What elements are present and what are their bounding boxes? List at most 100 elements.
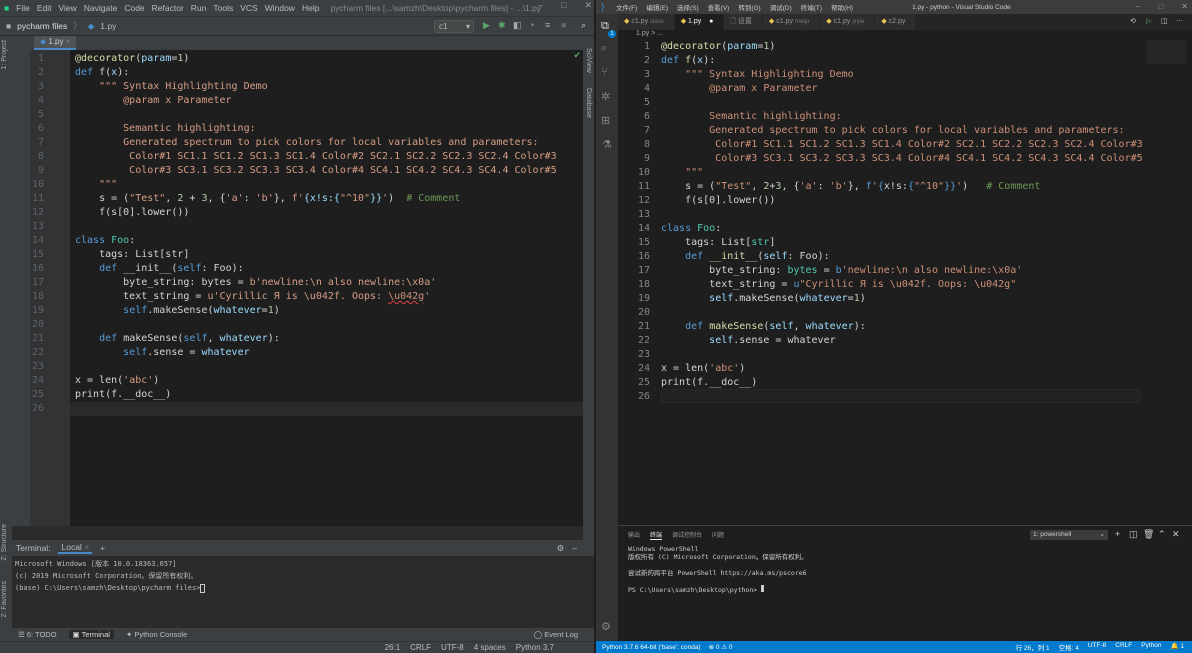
tab-c1-jinjie[interactable]: ◆ c1.py jinjie [820, 14, 876, 30]
terminal-select[interactable]: 1: powershell ⌄ [1030, 530, 1108, 540]
tab-c2[interactable]: ◆ c2.py [875, 14, 917, 30]
source-control-icon[interactable]: ⑂ [601, 66, 608, 78]
menu-window[interactable]: Window [265, 3, 295, 13]
status-line-separator[interactable]: CRLF [410, 643, 431, 652]
unsaved-dot-icon[interactable]: ● [709, 18, 713, 25]
tab-settings[interactable]: 🗋 设置 [724, 14, 763, 30]
status-encoding[interactable]: UTF-8 [441, 643, 464, 652]
code-editor[interactable]: @decorator(param=1) def f(x): """ Syntax … [70, 50, 583, 526]
code-editor[interactable]: 1 2 3 4 5 6 7 8 9 10 11 12 13 14 15 16 17 18 19 20 21 22 23 24 2… [618, 40, 1192, 525]
menu-refactor[interactable]: Refactor [152, 3, 184, 13]
event-log-button[interactable]: ◯ Event Log [534, 630, 578, 639]
run-icon[interactable]: ▷ [1146, 17, 1151, 25]
run-icon[interactable]: ▶ [483, 21, 492, 30]
tab-1-py[interactable]: ◆ 1.py × [34, 36, 77, 50]
code-token: 'a' [799, 181, 818, 192]
terminal-output[interactable]: Microsoft Windows [版本 10.0.18363.657] (c)… [12, 556, 574, 626]
menu-help[interactable]: 帮助(H) [831, 2, 853, 12]
minimap[interactable] [1146, 40, 1186, 64]
testing-flask-icon[interactable]: ⚗ [602, 138, 612, 151]
breadcrumb-file[interactable]: 1.py [100, 21, 116, 31]
stop-icon[interactable]: ■ [561, 21, 570, 30]
sciview-tool-button[interactable]: SciView [585, 48, 592, 73]
maximize-panel-icon[interactable]: ⌃ [1158, 529, 1166, 540]
tab-1-py[interactable]: ◆ 1.py ● [674, 14, 725, 30]
maximize-button[interactable]: □ [561, 0, 566, 11]
menu-vcs[interactable]: VCS [240, 3, 257, 13]
project-tool-button[interactable]: 1: Project [1, 40, 8, 70]
minimize-button[interactable]: – [1136, 2, 1140, 11]
search-icon[interactable]: ⌕ [581, 21, 590, 30]
menu-run[interactable]: Run [191, 3, 207, 13]
menu-go[interactable]: 转到(G) [738, 2, 760, 12]
status-caret-position[interactable]: 26:1 [385, 643, 401, 652]
terminal-output[interactable]: Windows PowerShell 版权所有 (C) Microsoft Cor… [628, 545, 808, 594]
status-eol[interactable]: CRLF [1115, 642, 1132, 652]
panel-tab-debug-console[interactable]: 调试控制台 [672, 530, 702, 540]
close-tab-icon[interactable]: × [66, 37, 71, 46]
menu-view[interactable]: View [59, 3, 77, 13]
menu-debug[interactable]: 调试(D) [770, 2, 792, 12]
concurrency-icon[interactable]: ≡ [545, 21, 554, 30]
panel-tabs: 输出 终端 调试控制台 问题 [628, 530, 724, 540]
favorites-tool-button[interactable]: 2: Favorites [1, 581, 8, 618]
structure-tool-button[interactable]: Z: Structure [1, 524, 8, 561]
status-interpreter[interactable]: Python 3.7.6 64-bit ('base': conda) [602, 644, 701, 651]
tab-c1-class[interactable]: ◆ c1.py class [618, 14, 675, 30]
minimize-button[interactable]: – [538, 0, 543, 11]
panel-tab-problems[interactable]: 问题 [712, 530, 724, 540]
close-icon[interactable]: × [84, 542, 89, 552]
todo-tool-button[interactable]: ☰ 6: TODO [18, 630, 57, 639]
split-terminal-icon[interactable]: ◫ [1129, 529, 1138, 540]
status-encoding[interactable]: UTF-8 [1088, 642, 1106, 652]
status-language[interactable]: Python [1141, 642, 1161, 652]
hide-panel-button[interactable]: – [572, 543, 577, 553]
code-token: text_string = [75, 291, 208, 302]
breadcrumb-project[interactable]: pycharm files [17, 21, 67, 31]
profile-icon[interactable]: ◔ [529, 21, 538, 30]
panel-tab-output[interactable]: 输出 [628, 530, 640, 540]
terminal-tool-button[interactable]: ▣ Terminal [68, 630, 114, 639]
maximize-button[interactable]: □ [1158, 2, 1163, 11]
status-interpreter[interactable]: Python 3.7 [516, 643, 554, 652]
python-console-tool-button[interactable]: ✦ Python Console [126, 630, 187, 639]
breadcrumb[interactable]: 1.py > ... [618, 30, 1192, 40]
panel-tab-terminal[interactable]: 终端 [650, 530, 663, 540]
status-notifications[interactable]: 🔔 1 [1170, 642, 1184, 652]
coverage-icon[interactable]: ◧ [513, 21, 522, 30]
menu-file[interactable]: File [16, 3, 30, 13]
new-terminal-button[interactable]: + [100, 543, 105, 553]
menu-file[interactable]: 文件(F) [616, 2, 637, 12]
menu-selection[interactable]: 选择(S) [677, 2, 699, 12]
more-actions-icon[interactable]: … [1176, 16, 1183, 23]
gear-icon[interactable]: ⚙ [557, 543, 565, 554]
debug-icon[interactable]: ✱ [498, 21, 507, 30]
database-tool-button[interactable]: Database [585, 88, 592, 118]
menu-help[interactable]: Help [302, 3, 319, 13]
debug-icon[interactable]: ✲ [601, 90, 610, 103]
menu-edit[interactable]: Edit [37, 3, 52, 13]
new-terminal-icon[interactable]: + [1115, 529, 1120, 539]
search-icon[interactable]: ⌕ [601, 42, 607, 55]
status-cursor-position[interactable]: 行 26，列 1 [1016, 642, 1050, 652]
extensions-icon[interactable]: ⊞ [601, 114, 610, 127]
close-button[interactable]: ✕ [584, 0, 592, 11]
run-configuration-select[interactable]: c1 ▾ [434, 20, 474, 33]
gear-icon[interactable]: ⚙ [601, 620, 611, 633]
close-button[interactable]: ✕ [1181, 2, 1188, 11]
menu-terminal[interactable]: 终端(T) [801, 2, 822, 12]
menu-tools[interactable]: Tools [213, 3, 233, 13]
menu-code[interactable]: Code [124, 3, 144, 13]
trash-icon[interactable]: 🗑 [1143, 529, 1154, 540]
menu-navigate[interactable]: Navigate [84, 3, 118, 13]
open-changes-icon[interactable]: ⟲ [1130, 17, 1136, 25]
status-indent[interactable]: 4 spaces [474, 643, 506, 652]
terminal-tab-local[interactable]: Local × [58, 542, 93, 554]
split-editor-icon[interactable]: ◫ [1161, 17, 1168, 25]
status-indent[interactable]: 空格: 4 [1059, 642, 1079, 652]
close-panel-icon[interactable]: ✕ [1172, 529, 1180, 540]
menu-edit[interactable]: 编辑(E) [646, 2, 668, 12]
menu-view[interactable]: 查看(V) [708, 2, 730, 12]
status-problems[interactable]: ⊗ 0 ⚠ 0 [709, 643, 733, 651]
tab-c1-meiju[interactable]: ◆ c1.py meiju [762, 14, 821, 30]
